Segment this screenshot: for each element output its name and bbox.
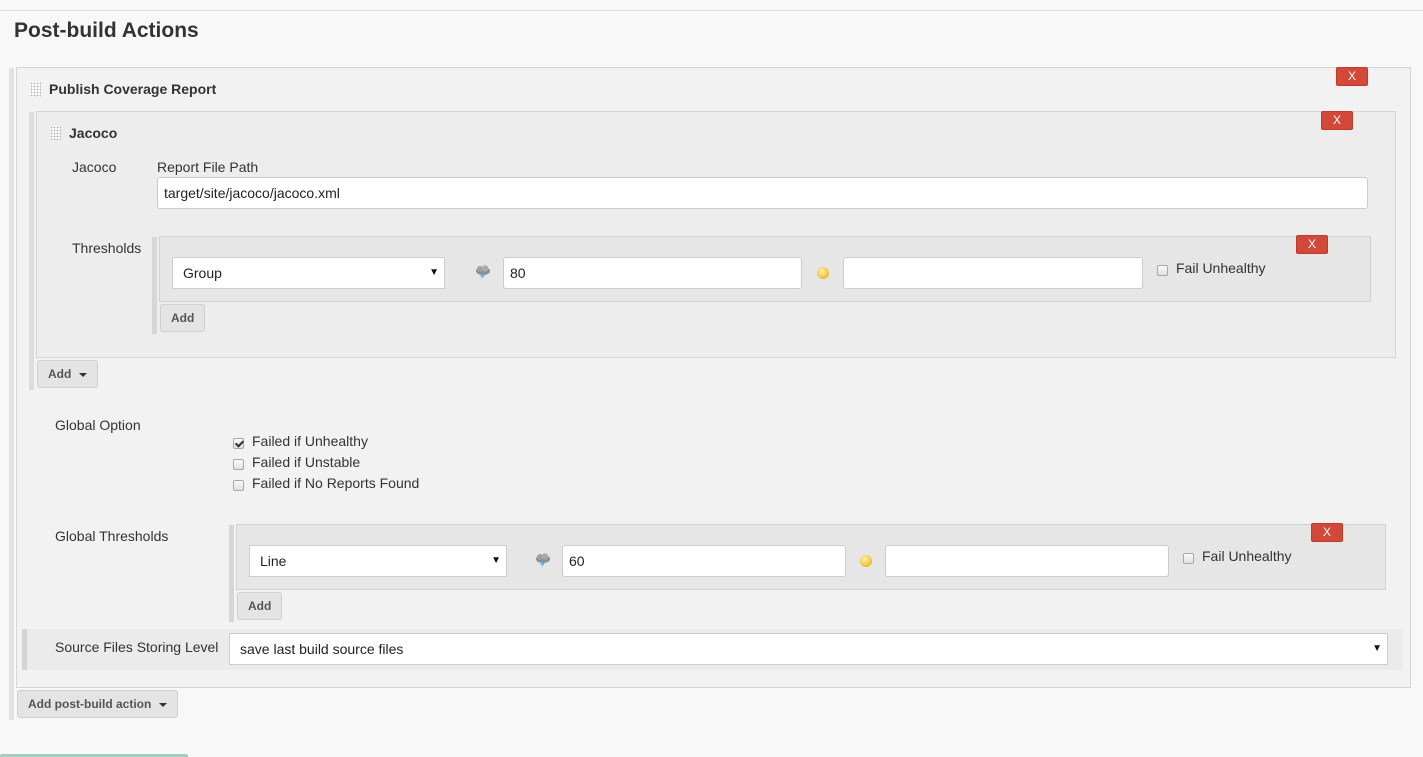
jacoco-adapter-panel xyxy=(36,111,1396,358)
report-file-path-input[interactable] xyxy=(157,177,1368,209)
add-threshold-button[interactable]: Add xyxy=(160,304,206,332)
failed-if-unstable-checkbox[interactable] xyxy=(233,459,244,470)
global-threshold-unhealthy-input[interactable] xyxy=(562,545,846,577)
dropdown-arrow-icon: ▼ xyxy=(429,267,439,278)
page-title: Post-build Actions xyxy=(14,19,199,42)
threshold-type-value: Group xyxy=(183,265,222,281)
thresholds-drag-bar xyxy=(152,237,157,334)
add-adapter-label: Add xyxy=(48,367,72,381)
jacoco-title: Jacoco xyxy=(69,125,118,141)
dropdown-arrow-icon: ▼ xyxy=(491,555,501,566)
delete-threshold-button[interactable]: X xyxy=(1296,235,1328,254)
jacoco-row-label: Jacoco xyxy=(72,159,117,175)
delete-publish-coverage-button[interactable]: X xyxy=(1336,67,1368,86)
threshold-type-select[interactable]: Group ▼ xyxy=(172,257,445,289)
source-files-select[interactable]: save last build source files ▼ xyxy=(229,633,1388,665)
fail-unhealthy-checkbox[interactable] xyxy=(1157,265,1168,276)
fail-unhealthy-label: Fail Unhealthy xyxy=(1176,260,1266,276)
drag-handle-icon[interactable] xyxy=(50,126,61,141)
top-divider xyxy=(0,10,1423,11)
global-threshold-type-value: Line xyxy=(260,553,287,569)
sun-icon xyxy=(860,555,872,567)
drag-handle-icon[interactable] xyxy=(30,82,41,97)
global-threshold-type-select[interactable]: Line ▼ xyxy=(249,545,507,577)
thresholds-label: Thresholds xyxy=(72,240,142,256)
caret-down-icon xyxy=(159,702,168,707)
storm-cloud-icon xyxy=(536,553,550,568)
add-adapter-button[interactable]: Add xyxy=(37,360,99,388)
source-files-value: save last build source files xyxy=(240,641,404,657)
add-post-build-action-label: Add post-build action xyxy=(28,697,152,711)
threshold-unhealthy-input[interactable] xyxy=(503,257,802,289)
caret-down-icon xyxy=(79,372,88,377)
global-thresholds-drag-bar xyxy=(229,525,234,622)
adapter-drag-bar xyxy=(29,112,34,390)
delete-global-threshold-button[interactable]: X xyxy=(1311,523,1343,542)
global-fail-unhealthy-label: Fail Unhealthy xyxy=(1202,548,1292,564)
source-files-label: Source Files Storing Level xyxy=(55,639,219,655)
global-option-label: Global Option xyxy=(55,417,141,433)
report-file-path-label: Report File Path xyxy=(157,159,259,175)
global-fail-unhealthy-checkbox[interactable] xyxy=(1183,553,1194,564)
failed-if-unhealthy-label: Failed if Unhealthy xyxy=(252,433,368,449)
publish-coverage-title: Publish Coverage Report xyxy=(49,81,217,97)
storm-cloud-icon xyxy=(476,265,490,280)
delete-jacoco-button[interactable]: X xyxy=(1321,111,1353,130)
failed-if-no-reports-label: Failed if No Reports Found xyxy=(252,475,420,491)
section-drag-bar xyxy=(9,68,14,720)
global-thresholds-label: Global Thresholds xyxy=(55,528,169,544)
failed-if-unstable-label: Failed if Unstable xyxy=(252,454,361,470)
add-post-build-action-button[interactable]: Add post-build action xyxy=(17,690,179,718)
dropdown-arrow-icon: ▼ xyxy=(1372,643,1382,654)
failed-if-unhealthy-checkbox[interactable] xyxy=(233,438,244,449)
sun-icon xyxy=(817,267,829,279)
add-global-threshold-button[interactable]: Add xyxy=(237,592,283,620)
threshold-unstable-input[interactable] xyxy=(843,257,1143,289)
global-threshold-unstable-input[interactable] xyxy=(885,545,1169,577)
failed-if-no-reports-checkbox[interactable] xyxy=(233,480,244,491)
